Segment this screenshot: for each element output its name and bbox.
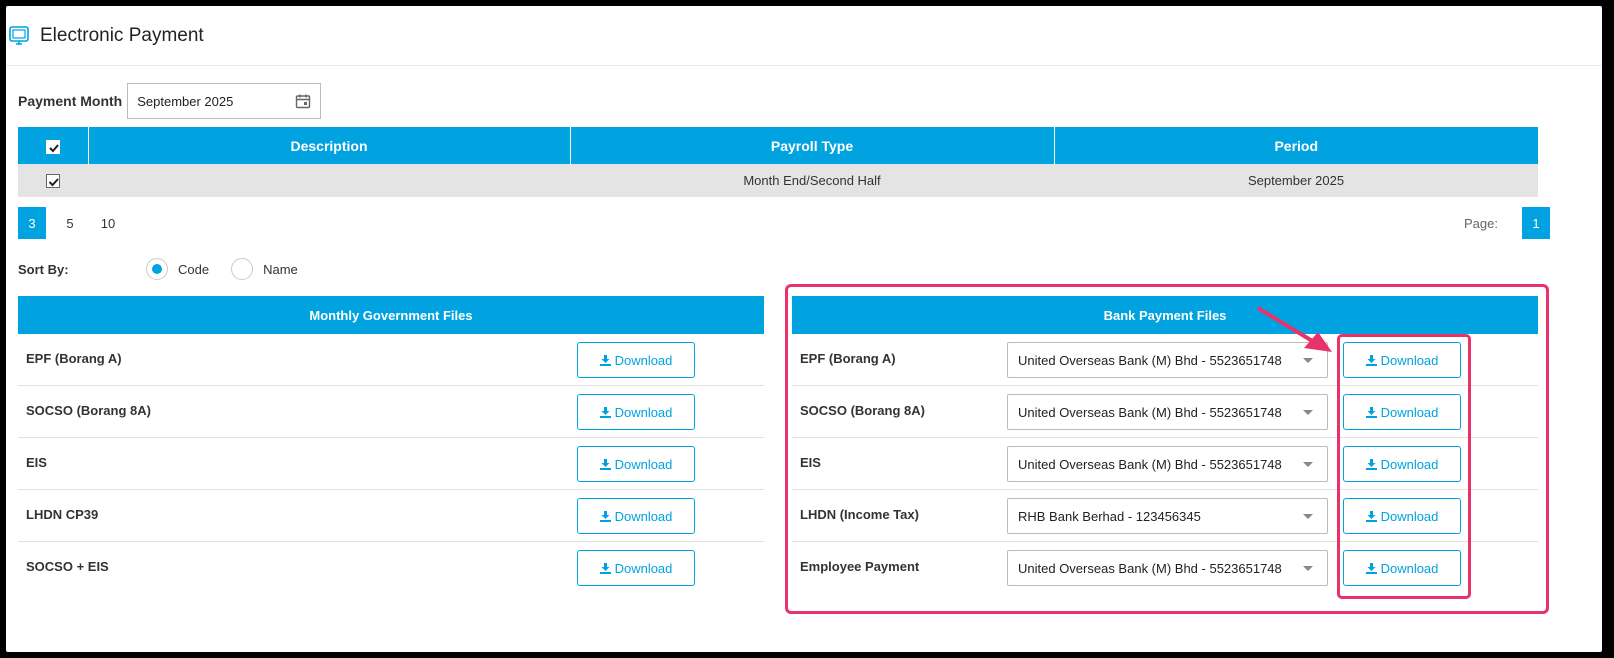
row-select-cell [18, 164, 88, 197]
list-item: EIS Download [18, 438, 764, 490]
download-icon [599, 406, 611, 418]
app-window: Electronic Payment Payment Month Septemb… [6, 6, 1602, 652]
sort-option-name-label: Name [263, 261, 298, 277]
row-period: September 2025 [1054, 164, 1538, 197]
page-size-10[interactable]: 10 [94, 207, 122, 239]
file-name: EPF (Borang A) [26, 351, 122, 366]
annotation-highlight-buttons [1337, 334, 1471, 599]
page-button-1[interactable]: 1 [1522, 207, 1550, 239]
download-button-label: Download [614, 352, 673, 368]
download-button-label: Download [614, 456, 673, 472]
payment-month-value: September 2025 [137, 93, 234, 109]
government-files-panel: Monthly Government Files EPF (Borang A) … [18, 296, 764, 594]
page-header: Electronic Payment [6, 6, 1602, 66]
download-button[interactable]: Download [577, 394, 695, 430]
payroll-table: Description Payroll Type Period Month En… [18, 127, 1538, 197]
download-button[interactable]: Download [577, 550, 695, 586]
download-icon [599, 510, 611, 522]
column-header-description[interactable]: Description [88, 127, 571, 164]
download-button[interactable]: Download [577, 342, 695, 378]
annotation-arrow-icon [1256, 306, 1332, 352]
row-description [88, 164, 570, 197]
payment-month-label: Payment Month [18, 93, 123, 109]
government-files-title: Monthly Government Files [18, 296, 764, 334]
download-icon [599, 562, 611, 574]
radio-code[interactable] [146, 258, 168, 280]
column-header-period[interactable]: Period [1054, 127, 1538, 164]
calendar-icon[interactable] [295, 93, 311, 109]
page-title: Electronic Payment [40, 24, 204, 46]
sort-option-code-label: Code [178, 261, 210, 277]
page-label: Page: [1464, 215, 1498, 231]
table-row[interactable]: Month End/Second Half September 2025 [18, 164, 1538, 197]
download-button-label: Download [614, 508, 673, 524]
page-size-3[interactable]: 3 [18, 207, 46, 239]
sort-by-label: Sort By: [18, 261, 69, 277]
page-size-5[interactable]: 5 [56, 207, 84, 239]
row-payroll-type: Month End/Second Half [570, 164, 1054, 197]
radio-name[interactable] [231, 258, 254, 280]
file-name: SOCSO (Borang 8A) [26, 403, 151, 418]
download-icon [599, 354, 611, 366]
sort-option-code[interactable]: Code [146, 258, 209, 280]
list-item: EPF (Borang A) Download [18, 334, 764, 386]
payment-month-input[interactable]: September 2025 [127, 83, 322, 119]
list-item: SOCSO (Borang 8A) Download [18, 386, 764, 438]
page-size-selector: 3 5 10 [18, 207, 132, 239]
payment-month-row: Payment Month September 2025 [18, 83, 322, 119]
select-all-cell [18, 127, 89, 164]
list-item: SOCSO + EIS Download [18, 542, 764, 594]
column-header-payroll-type[interactable]: Payroll Type [570, 127, 1055, 164]
list-item: LHDN CP39 Download [18, 490, 764, 542]
file-name: SOCSO + EIS [26, 559, 109, 574]
download-button-label: Download [614, 404, 673, 420]
file-name: LHDN CP39 [26, 507, 99, 522]
download-button[interactable]: Download [577, 446, 695, 482]
sort-by-row: Sort By: Code Name [18, 258, 320, 280]
row-checkbox[interactable] [46, 174, 60, 189]
download-button-label: Download [614, 560, 673, 576]
download-button[interactable]: Download [577, 498, 695, 534]
monitor-icon [9, 25, 29, 45]
select-all-checkbox[interactable] [45, 139, 60, 154]
file-name: EIS [26, 455, 47, 470]
download-icon [599, 458, 611, 470]
pagination: Page: 1 [1464, 207, 1550, 239]
sort-option-name[interactable]: Name [231, 258, 298, 280]
